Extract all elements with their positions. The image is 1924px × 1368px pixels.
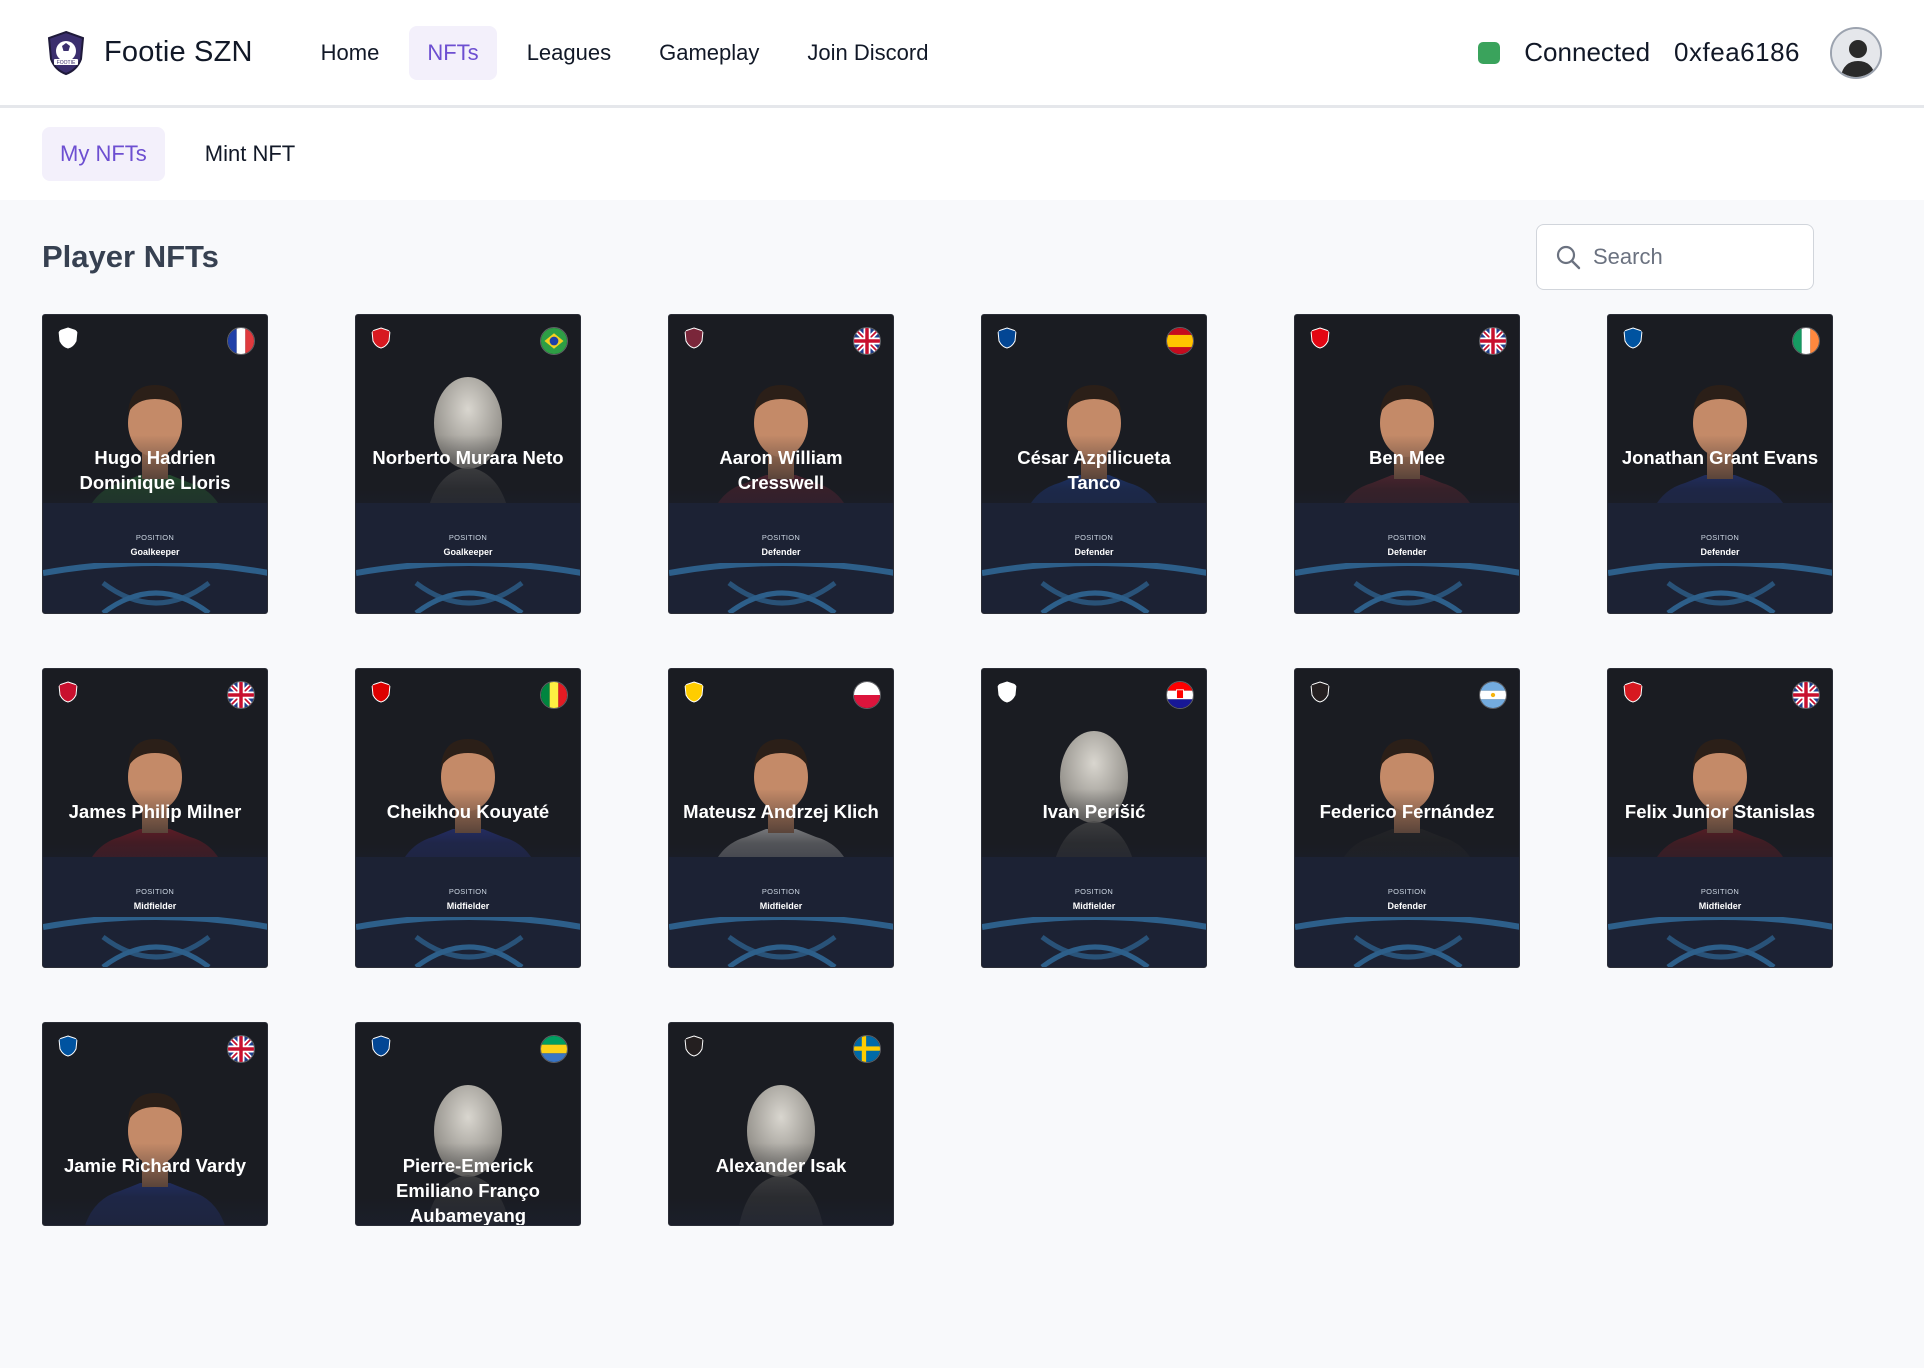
player-name: Norberto Murara Neto bbox=[372, 447, 564, 468]
position-label: POSITION bbox=[1074, 887, 1114, 896]
tab-my-nfts[interactable]: My NFTs bbox=[42, 127, 165, 181]
svg-text:FOOTIE: FOOTIE bbox=[57, 60, 76, 66]
player-position: Defender bbox=[1387, 547, 1427, 557]
search-icon bbox=[1556, 245, 1581, 270]
player-position: Midfielder bbox=[133, 901, 177, 911]
player-name: James Philip Milner bbox=[68, 801, 242, 822]
main-nav: Home NFTs Leagues Gameplay Join Discord bbox=[303, 25, 947, 80]
search-input[interactable] bbox=[1593, 244, 1793, 270]
position-label: POSITION bbox=[1074, 533, 1114, 542]
player-name: Jonathan Grant Evans bbox=[1621, 447, 1819, 468]
card-arc-decoration bbox=[1608, 563, 1832, 613]
card-arc-decoration bbox=[1295, 917, 1519, 967]
player-position: Midfielder bbox=[1072, 901, 1116, 911]
nav-nfts[interactable]: NFTs bbox=[409, 25, 497, 80]
connection-status-indicator bbox=[1478, 41, 1501, 64]
nft-card[interactable]: Pierre-Emerick Emiliano Franço Aubameyan… bbox=[355, 1022, 581, 1226]
nft-card[interactable]: POSITION Midfielder Mateusz Andrzej Klic… bbox=[668, 668, 894, 968]
player-position: Goalkeeper bbox=[130, 547, 180, 557]
nft-card[interactable]: POSITION Defender Aaron William Cresswel… bbox=[668, 314, 894, 614]
nft-card[interactable]: POSITION Defender Federico Fernández bbox=[1294, 668, 1520, 968]
top-navbar: FOOTIE Footie SZN Home NFTs Leagues Game… bbox=[0, 0, 1924, 108]
player-name: Ivan Perišić bbox=[1042, 801, 1146, 822]
card-arc-decoration bbox=[669, 563, 893, 613]
player-position: Defender bbox=[1074, 547, 1114, 557]
position-label: POSITION bbox=[1700, 533, 1740, 542]
card-arc-decoration bbox=[356, 917, 580, 967]
position-label: POSITION bbox=[761, 533, 801, 542]
position-label: POSITION bbox=[761, 887, 801, 896]
tab-mint-nft[interactable]: Mint NFT bbox=[187, 127, 313, 181]
position-label: POSITION bbox=[135, 887, 175, 896]
player-name: Hugo Hadrien Dominique Lloris bbox=[79, 447, 231, 493]
nav-home[interactable]: Home bbox=[303, 26, 398, 80]
wallet-area: Connected 0xfea6186 bbox=[1478, 26, 1882, 79]
card-arc-decoration bbox=[356, 563, 580, 613]
search-box[interactable] bbox=[1536, 224, 1814, 290]
position-label: POSITION bbox=[448, 533, 488, 542]
nft-card[interactable]: Jamie Richard Vardy bbox=[42, 1022, 268, 1226]
card-arc-decoration bbox=[43, 917, 267, 967]
card-arc-decoration bbox=[1295, 563, 1519, 613]
nav-leagues[interactable]: Leagues bbox=[509, 26, 629, 80]
player-name: Jamie Richard Vardy bbox=[63, 1155, 246, 1176]
card-arc-decoration bbox=[43, 563, 267, 613]
position-label: POSITION bbox=[1387, 887, 1427, 896]
card-arc-decoration bbox=[669, 917, 893, 967]
player-name: Mateusz Andrzej Klich bbox=[683, 801, 879, 822]
nft-card[interactable]: POSITION Midfielder Ivan Perišić bbox=[981, 668, 1207, 968]
player-name: Felix Junior Stanislas bbox=[1624, 801, 1816, 822]
nft-card[interactable]: POSITION Goalkeeper Hugo Hadrien Dominiq… bbox=[42, 314, 268, 614]
player-name: Alexander Isak bbox=[715, 1155, 847, 1176]
page-title: Player NFTs bbox=[42, 239, 219, 274]
nft-card[interactable]: POSITION Midfielder Cheikhou Kouyaté bbox=[355, 668, 581, 968]
user-avatar-icon bbox=[1832, 28, 1880, 77]
nft-card[interactable]: POSITION Midfielder James Philip Milner bbox=[42, 668, 268, 968]
player-name: Pierre-Emerick Emiliano Franço Aubameyan… bbox=[396, 1155, 540, 1226]
main-content: Player NFTs POSITION Goalk bbox=[0, 200, 1924, 1226]
player-name: Ben Mee bbox=[1368, 447, 1446, 468]
position-label: POSITION bbox=[135, 533, 175, 542]
avatar[interactable] bbox=[1830, 26, 1882, 79]
nft-card[interactable]: POSITION Defender Ben Mee bbox=[1294, 314, 1520, 614]
nft-subnav: My NFTs Mint NFT bbox=[0, 108, 1924, 200]
connection-status: Connected bbox=[1524, 37, 1651, 67]
nft-card[interactable]: POSITION Defender César Azpilicueta Tanc… bbox=[981, 314, 1207, 614]
app-name: Footie SZN bbox=[104, 36, 253, 68]
app-logo[interactable]: FOOTIE Footie SZN bbox=[42, 29, 253, 77]
nav-gameplay[interactable]: Gameplay bbox=[641, 26, 777, 80]
page-header: Player NFTs bbox=[42, 200, 1882, 314]
nft-card-grid: POSITION Goalkeeper Hugo Hadrien Dominiq… bbox=[42, 314, 1882, 1226]
player-name: Federico Fernández bbox=[1319, 801, 1495, 822]
wallet-address[interactable]: 0xfea6186 bbox=[1674, 37, 1800, 68]
position-label: POSITION bbox=[448, 887, 488, 896]
player-name: Cheikhou Kouyaté bbox=[386, 801, 550, 822]
footie-shield-icon: FOOTIE bbox=[47, 30, 85, 75]
nav-join-discord[interactable]: Join Discord bbox=[789, 26, 946, 80]
player-position: Midfielder bbox=[759, 901, 803, 911]
nft-card[interactable]: Alexander Isak bbox=[668, 1022, 894, 1226]
player-position: Defender bbox=[1387, 901, 1427, 911]
player-position: Midfielder bbox=[446, 901, 490, 911]
nft-card[interactable]: POSITION Midfielder Felix Junior Stanisl… bbox=[1607, 668, 1833, 968]
position-label: POSITION bbox=[1700, 887, 1740, 896]
card-arc-decoration bbox=[982, 917, 1206, 967]
nft-card[interactable]: POSITION Defender Jonathan Grant Evans bbox=[1607, 314, 1833, 614]
card-arc-decoration bbox=[982, 563, 1206, 613]
player-position: Defender bbox=[1700, 547, 1740, 557]
player-position: Defender bbox=[761, 547, 801, 557]
player-position: Goalkeeper bbox=[443, 547, 493, 557]
player-name: Aaron William Cresswell bbox=[719, 447, 843, 493]
position-label: POSITION bbox=[1387, 533, 1427, 542]
nft-card[interactable]: POSITION Goalkeeper Norberto Murara Neto bbox=[355, 314, 581, 614]
player-position: Midfielder bbox=[1698, 901, 1742, 911]
player-name: César Azpilicueta Tanco bbox=[1017, 447, 1171, 493]
card-arc-decoration bbox=[1608, 917, 1832, 967]
